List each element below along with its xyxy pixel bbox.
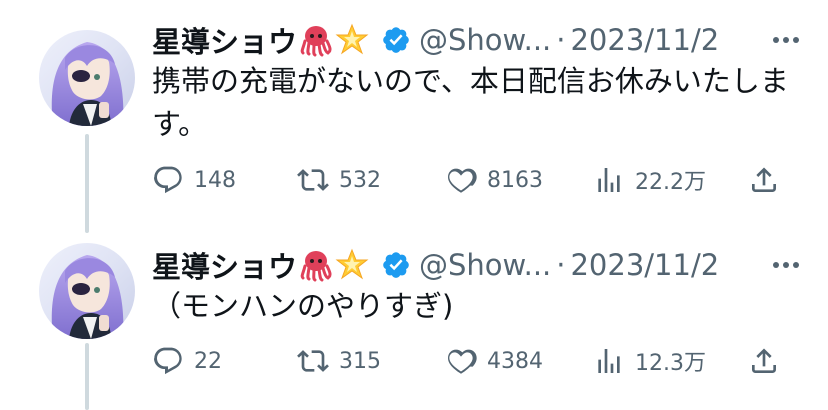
- verified-badge-icon: [381, 25, 411, 55]
- reply-button[interactable]: 148: [152, 160, 236, 200]
- octopus-emoji-icon: [299, 23, 333, 57]
- retweet-icon: [297, 350, 329, 372]
- octopus-emoji-icon: [299, 248, 333, 282]
- tweet-date[interactable]: 2023/11/2: [570, 248, 719, 282]
- tweet-header: 星導ショウ @Show... · 2023/11/2: [152, 20, 804, 60]
- tweet-actions: 22 315 4384 12.3万: [152, 341, 792, 381]
- author-name[interactable]: 星導ショウ: [152, 19, 297, 61]
- retweet-button[interactable]: 315: [297, 341, 381, 381]
- share-button[interactable]: [748, 160, 780, 200]
- glowing-star-emoji-icon: [335, 248, 369, 282]
- separator-dot: ·: [556, 23, 566, 57]
- views-icon: [598, 349, 620, 373]
- more-icon[interactable]: [770, 250, 802, 280]
- like-icon: [448, 168, 477, 193]
- views-icon: [598, 168, 620, 192]
- views-count: 12.3万: [635, 351, 706, 376]
- retweet-count: 315: [339, 348, 381, 374]
- tweet-text: （モンハンのやりすぎ): [152, 289, 454, 323]
- thread-line: [85, 343, 89, 410]
- thread-line: [85, 134, 89, 233]
- views-button[interactable]: 12.3万: [593, 341, 706, 381]
- reply-icon: [154, 166, 182, 194]
- views-button[interactable]: 22.2万: [593, 160, 706, 200]
- share-icon: [752, 348, 776, 373]
- separator-dot: ·: [556, 248, 566, 282]
- glowing-star-emoji-icon: [335, 23, 369, 57]
- tweet[interactable]: 星導ショウ @Show... · 2023/11/2: [0, 233, 828, 410]
- tweet-actions: 148 532 8163 22.2万: [152, 160, 792, 200]
- author-handle[interactable]: @Show...: [419, 23, 551, 57]
- like-count: 8163: [487, 167, 543, 193]
- more-icon[interactable]: [770, 25, 802, 55]
- avatar[interactable]: [39, 30, 135, 126]
- tweet-text: 携帯の充電がないので、本日配信お休みいたします。: [152, 64, 789, 141]
- like-button[interactable]: 8163: [445, 160, 543, 200]
- retweet-count: 532: [339, 167, 381, 193]
- reply-count: 148: [194, 167, 236, 193]
- tweet-header: 星導ショウ @Show... · 2023/11/2: [152, 245, 804, 285]
- like-icon: [448, 349, 477, 374]
- like-count: 4384: [487, 348, 543, 374]
- tweet-date[interactable]: 2023/11/2: [570, 23, 719, 57]
- reply-button[interactable]: 22: [152, 341, 222, 381]
- tweet[interactable]: 星導ショウ @Show... · 2023/11/2: [0, 0, 828, 233]
- share-button[interactable]: [748, 341, 780, 381]
- avatar[interactable]: [39, 243, 135, 339]
- share-icon: [752, 167, 776, 192]
- reply-icon: [154, 347, 182, 375]
- views-count: 22.2万: [635, 170, 706, 195]
- like-button[interactable]: 4384: [445, 341, 543, 381]
- reply-count: 22: [194, 348, 222, 374]
- retweet-icon: [297, 169, 329, 191]
- author-name[interactable]: 星導ショウ: [152, 244, 297, 286]
- verified-badge-icon: [381, 250, 411, 280]
- author-handle[interactable]: @Show...: [419, 248, 551, 282]
- retweet-button[interactable]: 532: [297, 160, 381, 200]
